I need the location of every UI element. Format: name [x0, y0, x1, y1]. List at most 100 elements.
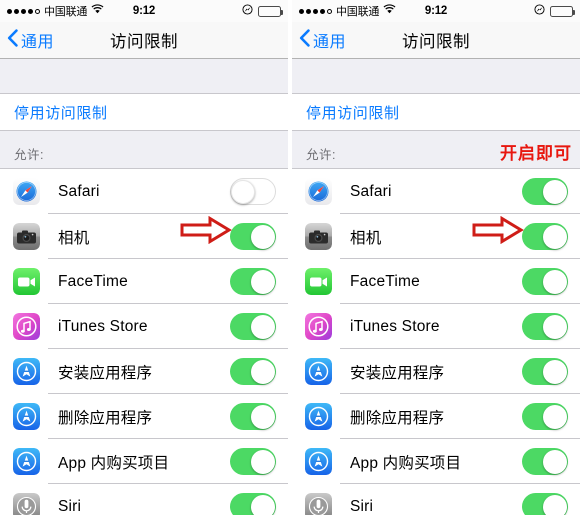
- annotation-note: 开启即可: [500, 144, 572, 163]
- restriction-toggle[interactable]: [522, 268, 568, 295]
- allow-section-header: 允许: 开启即可: [292, 131, 580, 169]
- status-bar-right: [534, 4, 575, 18]
- restriction-toggle[interactable]: [230, 403, 276, 430]
- toggle-knob: [542, 494, 567, 515]
- restriction-row[interactable]: 删除应用程序: [0, 394, 288, 439]
- restriction-row-label: 删除应用程序: [58, 409, 153, 427]
- restriction-row[interactable]: 删除应用程序: [292, 394, 580, 439]
- allow-section-label: 允许:: [14, 148, 44, 162]
- toggle-knob: [250, 404, 275, 429]
- allow-section-header: 允许:: [0, 131, 288, 169]
- restriction-row-label: iTunes Store: [350, 317, 440, 335]
- safari-icon: [13, 178, 40, 205]
- safari-icon: [305, 178, 332, 205]
- top-spacer: [292, 59, 580, 94]
- disable-restrictions-button[interactable]: 停用访问限制: [0, 94, 288, 131]
- toggle-knob: [542, 314, 567, 339]
- restriction-row[interactable]: 相机: [292, 214, 580, 259]
- restriction-row-label: Siri: [350, 497, 374, 515]
- camera-icon: [305, 223, 332, 250]
- restriction-row[interactable]: Safari: [292, 169, 580, 214]
- restriction-row-label: iTunes Store: [58, 317, 148, 335]
- restrictions-list: Safari 相机 FaceTime iTunes Store 安装应用程序 删…: [0, 169, 288, 515]
- restriction-row[interactable]: App 内购买项目: [292, 439, 580, 484]
- disable-restrictions-button[interactable]: 停用访问限制: [292, 94, 580, 131]
- restriction-row-label: Safari: [350, 182, 392, 200]
- page-title: 访问限制: [402, 33, 470, 51]
- restriction-toggle[interactable]: [522, 223, 568, 250]
- restriction-row[interactable]: FaceTime: [292, 259, 580, 304]
- toggle-knob: [542, 449, 567, 474]
- restriction-toggle[interactable]: [230, 268, 276, 295]
- restriction-row[interactable]: iTunes Store: [0, 304, 288, 349]
- toggle-knob: [542, 359, 567, 384]
- nav-bar: 通用 访问限制: [292, 22, 580, 59]
- app-store-icon: [305, 403, 332, 430]
- toggle-knob: [250, 449, 275, 474]
- restriction-row[interactable]: Siri: [0, 484, 288, 515]
- camera-icon: [13, 223, 40, 250]
- restriction-toggle[interactable]: [230, 223, 276, 250]
- location-arrow-icon: [242, 4, 253, 18]
- app-store-icon: [305, 358, 332, 385]
- status-bar: 中国联通 9:12: [292, 0, 580, 22]
- restriction-row[interactable]: 相机: [0, 214, 288, 259]
- restriction-row[interactable]: 安装应用程序: [292, 349, 580, 394]
- restriction-toggle[interactable]: [230, 493, 276, 515]
- restriction-row-label: App 内购买项目: [58, 454, 170, 472]
- restriction-row[interactable]: 安装应用程序: [0, 349, 288, 394]
- restriction-row-label: FaceTime: [350, 272, 420, 290]
- toggle-knob: [250, 494, 275, 515]
- settings-content: 停用访问限制 允许: 开启即可 Safari 相机 FaceTime iTune…: [292, 59, 580, 515]
- settings-content: 停用访问限制 允许: Safari 相机 FaceTime iTunes Sto…: [0, 59, 288, 515]
- battery-icon: [550, 5, 575, 17]
- toggle-knob: [542, 269, 567, 294]
- restrictions-list: Safari 相机 FaceTime iTunes Store 安装应用程序 删…: [292, 169, 580, 515]
- phone-screen-before: 中国联通 9:12 通用 访问限制 停用访问限制 允许: Safari 相机 F…: [0, 0, 288, 515]
- restriction-row[interactable]: FaceTime: [0, 259, 288, 304]
- restriction-toggle[interactable]: [522, 493, 568, 515]
- battery-icon: [258, 5, 283, 17]
- page-title: 访问限制: [110, 33, 178, 51]
- restriction-row-label: 安装应用程序: [350, 364, 445, 382]
- restriction-row-label: 安装应用程序: [58, 364, 153, 382]
- status-bar: 中国联通 9:12: [0, 0, 288, 22]
- restriction-toggle[interactable]: [522, 313, 568, 340]
- app-store-icon: [305, 448, 332, 475]
- restriction-toggle[interactable]: [230, 358, 276, 385]
- toggle-knob: [542, 224, 567, 249]
- toggle-knob: [250, 359, 275, 384]
- top-spacer: [0, 59, 288, 94]
- allow-section-label: 允许:: [306, 148, 336, 162]
- restriction-row-label: FaceTime: [58, 272, 128, 290]
- restriction-row[interactable]: iTunes Store: [292, 304, 580, 349]
- restriction-row[interactable]: Safari: [0, 169, 288, 214]
- app-store-icon: [13, 448, 40, 475]
- toggle-knob: [542, 179, 567, 204]
- facetime-icon: [305, 268, 332, 295]
- itunes-store-icon: [305, 313, 332, 340]
- status-bar-right: [242, 4, 283, 18]
- nav-bar: 通用 访问限制: [0, 22, 288, 59]
- restriction-toggle[interactable]: [522, 358, 568, 385]
- siri-icon: [305, 493, 332, 515]
- restriction-row-label: Siri: [58, 497, 82, 515]
- restriction-toggle[interactable]: [522, 403, 568, 430]
- restriction-row-label: App 内购买项目: [350, 454, 462, 472]
- location-arrow-icon: [534, 4, 545, 18]
- restriction-toggle[interactable]: [522, 448, 568, 475]
- restriction-row-label: 删除应用程序: [350, 409, 445, 427]
- app-store-icon: [13, 358, 40, 385]
- toggle-knob: [250, 269, 275, 294]
- restriction-row[interactable]: App 内购买项目: [0, 439, 288, 484]
- toggle-knob: [250, 224, 275, 249]
- restriction-row-label: 相机: [58, 229, 90, 247]
- restriction-toggle[interactable]: [522, 178, 568, 205]
- restriction-toggle[interactable]: [230, 178, 276, 205]
- restriction-toggle[interactable]: [230, 313, 276, 340]
- toggle-knob: [231, 179, 255, 204]
- toggle-knob: [542, 404, 567, 429]
- restriction-row[interactable]: Siri: [292, 484, 580, 515]
- itunes-store-icon: [13, 313, 40, 340]
- restriction-toggle[interactable]: [230, 448, 276, 475]
